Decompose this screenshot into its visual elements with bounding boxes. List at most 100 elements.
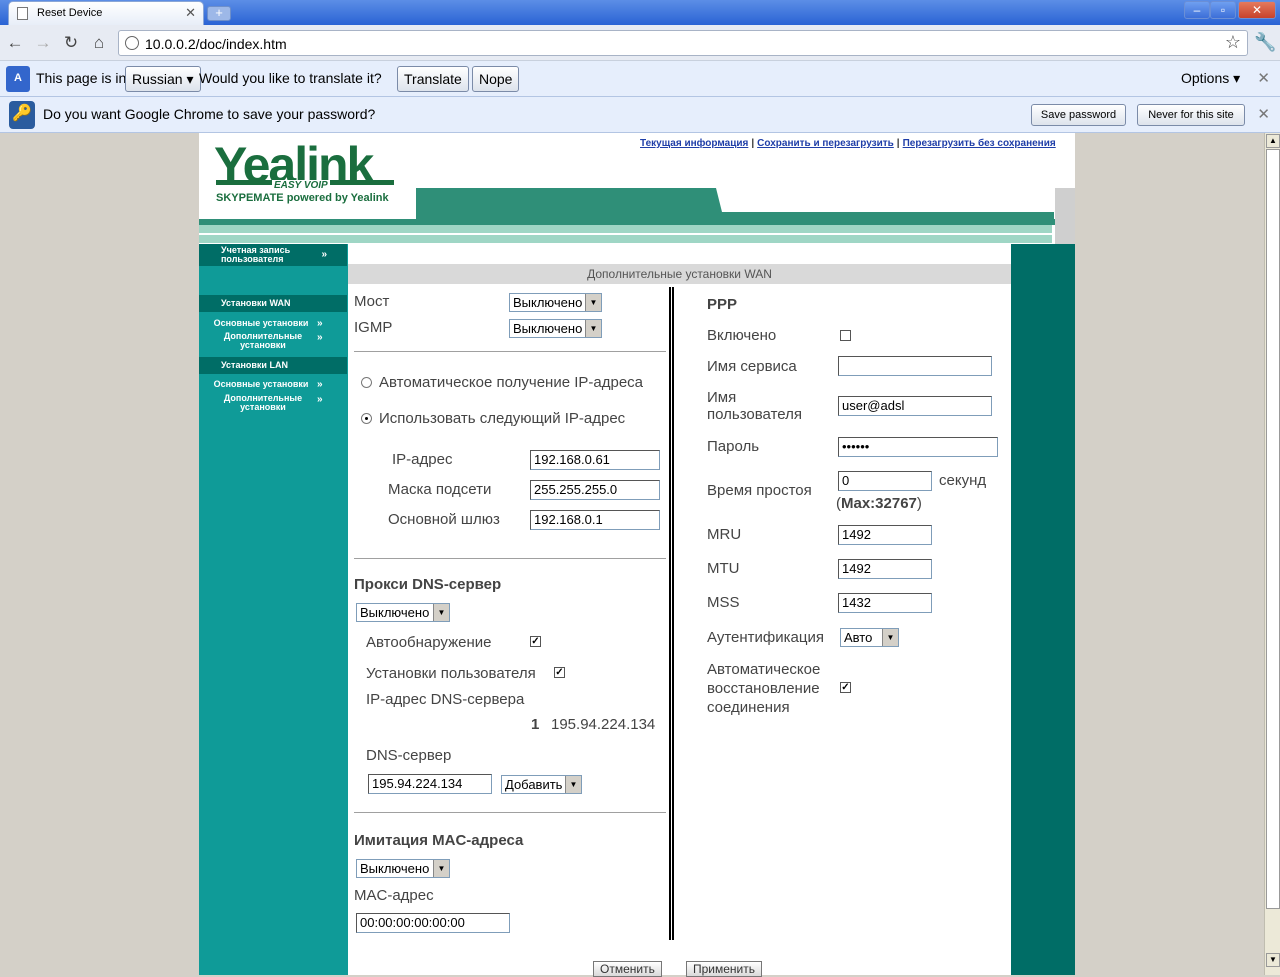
igmp-label: IGMP: [354, 319, 393, 336]
translate-prefix: This page is in: [36, 70, 127, 86]
sidebar-item-wan[interactable]: Установки WAN: [199, 295, 347, 312]
never-for-site-button[interactable]: Never for this site: [1137, 104, 1245, 126]
mru-field[interactable]: 1492: [838, 525, 932, 545]
subnet-mask-field[interactable]: 255.255.255.0: [530, 480, 660, 500]
ip-address-label: IP-адрес: [392, 451, 453, 468]
scroll-down-icon[interactable]: ▼: [1266, 953, 1280, 967]
options-label: Options: [1181, 70, 1230, 86]
header-band: [199, 235, 1052, 243]
username-field[interactable]: user@adsl: [838, 396, 992, 416]
language-dropdown[interactable]: Russian ▾: [125, 66, 201, 92]
infobar-close-icon[interactable]: ✕: [1257, 69, 1270, 87]
ppp-enabled-checkbox[interactable]: [840, 330, 851, 341]
username-label-line1: Имя: [707, 389, 737, 406]
igmp-select[interactable]: Выключено ▼: [509, 319, 602, 338]
scroll-up-icon[interactable]: ▲: [1266, 134, 1280, 148]
bookmark-star-icon[interactable]: ☆: [1225, 32, 1241, 53]
status-link[interactable]: Текущая информация: [640, 138, 748, 149]
divider: [354, 812, 666, 813]
mac-clone-select[interactable]: Выключено ▼: [356, 859, 450, 878]
minimize-button[interactable]: –: [1184, 1, 1210, 19]
dns-server-label: DNS-сервер: [366, 747, 452, 764]
new-tab-button[interactable]: +: [207, 6, 231, 21]
wrench-icon[interactable]: 🔧: [1254, 32, 1276, 53]
dns-add-select[interactable]: Добавить ▼: [501, 775, 582, 794]
service-name-field[interactable]: [838, 356, 992, 376]
window-close-button[interactable]: ✕: [1238, 1, 1276, 19]
logo-tagline: SKYPEMATE powered by Yealink: [216, 192, 389, 204]
translate-infobar: A This page is in Russian ▾ Would you li…: [0, 61, 1280, 97]
password-question: Do you want Google Chrome to save your p…: [43, 106, 376, 122]
dns-server-field[interactable]: 195.94.224.134: [368, 774, 492, 794]
auth-label: Аутентификация: [707, 629, 824, 646]
divider: [354, 558, 666, 559]
tab-title: Reset Device: [37, 7, 103, 19]
url-text: 10.0.0.2/doc/index.htm: [145, 36, 287, 52]
static-ip-label: Использовать следующий IP-адрес: [379, 410, 626, 427]
header-links: Текущая информация | Сохранить и перезагру…: [640, 138, 1056, 149]
auto-ip-radio[interactable]: [361, 377, 372, 388]
maximize-button[interactable]: ▫: [1210, 1, 1236, 19]
sidebar: Учетная запись пользователя » Установки …: [199, 244, 348, 975]
translate-question: Would you like to translate it?: [199, 70, 382, 86]
reload-icon[interactable]: ↻: [60, 32, 82, 54]
static-ip-radio[interactable]: [361, 413, 372, 424]
user-settings-checkbox[interactable]: ✓: [554, 667, 565, 678]
scroll-thumb[interactable]: [1266, 149, 1280, 909]
bridge-select[interactable]: Выключено ▼: [509, 293, 602, 312]
back-icon[interactable]: ←: [4, 32, 26, 54]
header-band: [199, 225, 1052, 233]
sidebar-item-lan-advanced[interactable]: Дополнительные установки: [221, 394, 305, 412]
auto-reconnect-checkbox[interactable]: ✓: [840, 682, 851, 693]
page-icon: [17, 7, 28, 20]
mac-address-field[interactable]: 00:00:00:00:00:00: [356, 913, 510, 933]
home-icon[interactable]: ⌂: [88, 32, 110, 54]
password-field[interactable]: ••••••: [838, 437, 998, 457]
chevron-right-icon: »: [317, 394, 323, 405]
link-separator: |: [896, 138, 900, 149]
auth-select[interactable]: Авто ▼: [840, 628, 899, 647]
browser-tab[interactable]: Reset Device ✕: [8, 1, 204, 25]
address-bar[interactable]: 10.0.0.2/doc/index.htm ☆: [118, 30, 1248, 56]
forward-icon[interactable]: →: [32, 32, 54, 54]
gateway-field[interactable]: 192.168.0.1: [530, 510, 660, 530]
infobar-close-icon[interactable]: ✕: [1257, 105, 1270, 123]
chevron-right-icon: »: [321, 249, 327, 260]
dns-proxy-select[interactable]: Выключено ▼: [356, 603, 450, 622]
chevron-down-icon: ▼: [433, 604, 449, 621]
divider: [354, 351, 666, 352]
link-separator: |: [751, 138, 755, 149]
idle-max-value: Max:32767: [841, 495, 917, 512]
right-decor-strip: [1011, 244, 1075, 975]
username-label-line2: пользователя: [707, 406, 802, 423]
vertical-scrollbar[interactable]: ▲ ▼: [1264, 133, 1280, 975]
save-reboot-link[interactable]: Сохранить и перезагрузить: [757, 138, 894, 149]
sidebar-item-account[interactable]: Учетная запись пользователя »: [199, 244, 347, 266]
save-password-button[interactable]: Save password: [1031, 104, 1126, 126]
mac-clone-select-value: Выключено: [360, 861, 430, 876]
chevron-down-icon: ▼: [585, 320, 601, 337]
nope-button[interactable]: Nope: [472, 66, 520, 92]
key-icon: 🔑: [9, 101, 35, 129]
reboot-nosave-link[interactable]: Перезагрузить без сохранения: [903, 138, 1056, 149]
sidebar-item-lan-basic[interactable]: Основные установки: [211, 380, 311, 389]
sidebar-item-wan-basic[interactable]: Основные установки: [211, 319, 311, 328]
ip-address-field[interactable]: 192.168.0.61: [530, 450, 660, 470]
autodetect-checkbox[interactable]: ✓: [530, 636, 541, 647]
mss-field[interactable]: 1432: [838, 593, 932, 613]
service-name-label: Имя сервиса: [707, 358, 797, 375]
translate-button[interactable]: Translate: [397, 66, 469, 92]
auto-reconnect-line3: соединения: [707, 699, 790, 716]
sidebar-item-wan-advanced[interactable]: Дополнительные установки: [221, 332, 305, 350]
idle-time-field[interactable]: 0: [838, 471, 932, 491]
dns-add-select-value: Добавить: [505, 777, 563, 792]
language-value: Russian: [132, 71, 183, 87]
mtu-field[interactable]: 1492: [838, 559, 932, 579]
tab-close-icon[interactable]: ✕: [185, 5, 196, 21]
auto-reconnect-label: Автоматическое восстановление соединения: [707, 660, 820, 717]
options-menu[interactable]: Options ▾: [1181, 70, 1240, 87]
mac-clone-heading: Имитация MAC-адреса: [354, 832, 524, 849]
sidebar-item-lan[interactable]: Установки LAN: [199, 357, 347, 374]
page-title: Дополнительные установки WAN: [348, 264, 1011, 284]
globe-icon: [125, 36, 139, 50]
